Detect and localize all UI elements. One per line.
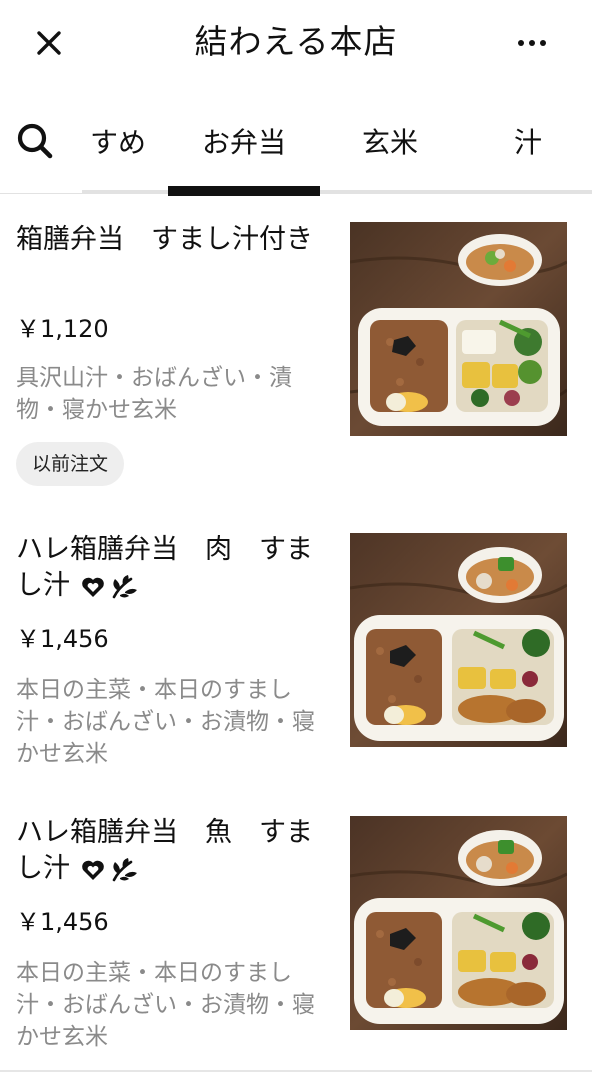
- item-description: 具沢山汁・おばんざい・漬物・寝かせ玄米: [16, 365, 292, 423]
- item-photo: [350, 533, 567, 747]
- item-price: ￥1,456: [16, 625, 109, 653]
- item-description: 本日の主菜・本日のすまし汁・おばんざい・お漬物・寝かせ玄米: [16, 677, 315, 767]
- tab-osusume[interactable]: すめ: [72, 88, 164, 193]
- item-photo: [350, 816, 567, 1030]
- list-bottom-divider: [0, 1070, 592, 1072]
- more-button[interactable]: [504, 18, 560, 68]
- leaf-icon: [112, 574, 137, 598]
- more-horizontal-icon: [518, 40, 546, 46]
- item-title-text: 箱膳弁当 すまし汁付き: [16, 224, 313, 255]
- menu-item[interactable]: ハレ箱膳弁当 魚 すまし汁 ￥1,456 本日の主菜・本日のすまし汁・おばんざい…: [0, 803, 592, 1075]
- item-title-text: ハレ箱膳弁当 魚 すまし汁: [16, 817, 313, 884]
- search-icon: [17, 123, 53, 158]
- active-tab-indicator: [168, 186, 320, 196]
- item-title: ハレ箱膳弁当 魚 すまし汁: [16, 815, 326, 887]
- leaf-icon: [112, 857, 137, 881]
- item-title: 箱膳弁当 すまし汁付き: [16, 222, 326, 258]
- menu-item[interactable]: 箱膳弁当 すまし汁付き ￥1,120 具沢山汁・おばんざい・漬物・寝かせ玄米 以…: [0, 210, 592, 510]
- item-title-text: ハレ箱膳弁当 肉 すまし汁: [16, 534, 313, 601]
- category-tabs: すめ お弁当 玄米 汁: [0, 88, 592, 198]
- search-button[interactable]: [0, 88, 82, 193]
- tab-genmai[interactable]: 玄米: [330, 88, 450, 193]
- heart-icon: [81, 577, 104, 597]
- previously-ordered-badge: 以前注文: [16, 442, 125, 486]
- item-description: 本日の主菜・本日のすまし汁・おばんざい・お漬物・寝かせ玄米: [16, 960, 315, 1050]
- item-badges: [81, 574, 137, 599]
- heart-icon: [81, 860, 104, 880]
- app-header: 結わえる本店: [0, 0, 592, 88]
- close-icon: [37, 31, 61, 55]
- tab-bento[interactable]: お弁当: [168, 88, 320, 193]
- item-badges: [81, 857, 137, 882]
- item-photo: [350, 222, 567, 436]
- item-title: ハレ箱膳弁当 肉 すまし汁: [16, 532, 326, 604]
- item-price: ￥1,120: [16, 315, 109, 343]
- menu-item[interactable]: ハレ箱膳弁当 肉 すまし汁 ￥1,456 本日の主菜・本日のすまし汁・おばんざい…: [0, 520, 592, 792]
- item-price: ￥1,456: [16, 908, 109, 936]
- close-button[interactable]: [22, 18, 76, 68]
- tab-shiru[interactable]: 汁: [488, 88, 568, 193]
